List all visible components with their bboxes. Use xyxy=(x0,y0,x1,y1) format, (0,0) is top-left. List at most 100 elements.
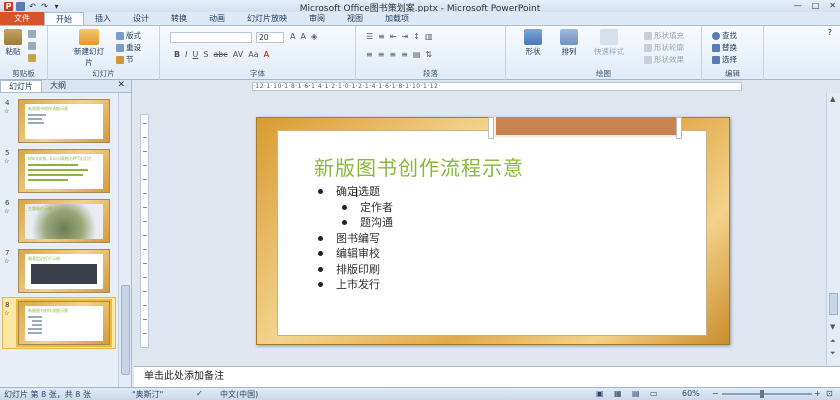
theme-name: "奥斯汀" xyxy=(132,390,164,399)
tab-review[interactable]: 审阅 xyxy=(298,12,336,25)
font-size-buttons: A A ◈ xyxy=(290,32,317,41)
previous-slide-icon[interactable]: ⏶ xyxy=(830,337,836,346)
layout-button[interactable]: 版式 xyxy=(116,30,141,41)
arrange-icon xyxy=(560,29,578,45)
slide-sorter-icon[interactable]: ▦ xyxy=(614,389,622,398)
close-icon[interactable]: ✕ xyxy=(829,1,836,10)
char-spacing-icon[interactable]: AV xyxy=(233,50,243,59)
justify-icon[interactable]: ≡ xyxy=(401,50,408,59)
font-name-box[interactable] xyxy=(170,32,252,43)
replace-button[interactable]: 替换 xyxy=(712,42,737,53)
select-icon xyxy=(712,55,720,64)
thumbnail-image: 新版图书创作流程示意 xyxy=(16,299,112,347)
next-slide-icon[interactable]: ⏷ xyxy=(830,349,836,358)
scroll-down-icon[interactable]: ▼ xyxy=(830,323,835,331)
status-bar: 幻灯片 第 8 张，共 8 张 "奥斯汀" ✓ 中文(中国) ▣ ▦ ▤ ▭ 6… xyxy=(0,387,840,400)
notes-pane[interactable]: 单击此处添加备注 xyxy=(134,366,840,387)
distributed-icon[interactable]: ▤ xyxy=(413,50,421,59)
align-right-icon[interactable]: ≡ xyxy=(389,50,396,59)
tab-outline[interactable]: 大纲 xyxy=(42,80,74,92)
quick-styles-button[interactable]: 快速样式 xyxy=(594,29,624,57)
scroll-up-icon[interactable]: ▲ xyxy=(830,95,835,103)
copy-button[interactable] xyxy=(28,42,36,50)
reset-icon xyxy=(116,43,124,52)
slide-title[interactable]: 新版图书创作流程示意 xyxy=(314,152,524,181)
zoom-slider[interactable] xyxy=(722,393,812,395)
spellcheck-icon[interactable]: ✓ xyxy=(196,389,203,398)
tab-transitions[interactable]: 转换 xyxy=(160,12,198,25)
grow-font-icon[interactable]: A xyxy=(290,32,295,41)
underline-icon[interactable]: U xyxy=(192,50,198,59)
tab-home[interactable]: 开始 xyxy=(44,12,84,25)
arrange-button[interactable]: 排列 xyxy=(560,29,578,57)
tab-slideshow[interactable]: 幻灯片放映 xyxy=(236,12,298,25)
close-panel-icon[interactable]: ✕ xyxy=(117,80,125,90)
zoom-out-icon[interactable]: − xyxy=(712,389,719,398)
reset-button[interactable]: 重设 xyxy=(116,42,141,53)
clear-format-icon[interactable]: ◈ xyxy=(311,32,317,41)
maximize-icon[interactable]: □ xyxy=(812,1,820,10)
tab-addins[interactable]: 加载项 xyxy=(374,12,420,25)
format-painter-button[interactable] xyxy=(28,54,36,62)
line-spacing-icon[interactable]: ↕ xyxy=(413,32,420,41)
bold-icon[interactable]: B xyxy=(174,50,180,59)
bullets-icon[interactable]: ☰ xyxy=(366,32,373,41)
paste-button[interactable]: 粘贴 xyxy=(4,29,22,57)
align-left-icon[interactable]: ≡ xyxy=(366,50,373,59)
numbering-icon[interactable]: ≡ xyxy=(378,32,385,41)
panel-tabs: 幻灯片 大纲 ✕ xyxy=(0,80,131,93)
shape-effects-button[interactable]: 形状效果 xyxy=(644,54,684,65)
cut-icon xyxy=(28,30,36,38)
scrollbar-thumb[interactable] xyxy=(829,293,838,315)
bullet-item: 排版印刷 xyxy=(318,262,393,278)
fill-icon xyxy=(644,31,652,40)
animation-star-icon: ☆ xyxy=(4,208,10,215)
tab-design[interactable]: 设计 xyxy=(122,12,160,25)
panel-scrollbar[interactable] xyxy=(118,93,131,387)
select-button[interactable]: 选择 xyxy=(712,54,737,65)
language-indicator[interactable]: 中文(中国) xyxy=(220,389,258,400)
tab-view[interactable]: 视图 xyxy=(336,12,374,25)
increase-indent-icon[interactable]: ⇥ xyxy=(402,32,409,41)
zoom-slider-knob[interactable] xyxy=(760,390,764,398)
slide-bullet-list[interactable]: 确定选题 定作者 题沟通 图书编写 编辑审校 排版印刷 上市发行 xyxy=(318,184,393,293)
font-color-icon[interactable]: A xyxy=(264,50,269,59)
strikethrough-icon[interactable]: abc xyxy=(213,50,227,59)
font-size-box[interactable]: 20 xyxy=(256,32,284,43)
cut-button[interactable] xyxy=(28,30,36,38)
columns-icon[interactable]: ▥ xyxy=(425,32,433,41)
scrollbar-thumb[interactable] xyxy=(121,285,130,375)
shape-fill-button[interactable]: 形状填充 xyxy=(644,30,684,41)
normal-view-icon[interactable]: ▣ xyxy=(596,389,604,398)
tab-file[interactable]: 文件 xyxy=(0,12,44,25)
section-button[interactable]: 节 xyxy=(116,54,134,65)
decrease-indent-icon[interactable]: ⇤ xyxy=(390,32,397,41)
zoom-in-icon[interactable]: + xyxy=(814,389,821,398)
slide-decorative-tab xyxy=(494,117,682,137)
reading-view-icon[interactable]: ▤ xyxy=(632,389,640,398)
shrink-font-icon[interactable]: A xyxy=(300,32,305,41)
shapes-button[interactable]: 形状 xyxy=(524,29,542,57)
zoom-level[interactable]: 60% xyxy=(682,389,700,398)
fit-to-window-icon[interactable]: ⊡ xyxy=(826,389,833,398)
slide-scrollbar[interactable]: ▲ ▼ ⏶ ⏷ xyxy=(826,93,840,365)
shapes-icon xyxy=(524,29,542,45)
shadow-icon[interactable]: S xyxy=(203,50,208,59)
tab-insert[interactable]: 插入 xyxy=(84,12,122,25)
decorative-clip xyxy=(488,117,494,139)
new-slide-icon xyxy=(79,29,99,45)
align-center-icon[interactable]: ≡ xyxy=(378,50,385,59)
minimize-icon[interactable]: — xyxy=(794,1,802,10)
horizontal-ruler: ·12·1·10·1·8·1·6·1·4·1·2·1·0·1·2·1·4·1·6… xyxy=(252,82,742,91)
tab-slides[interactable]: 幻灯片 xyxy=(0,80,42,92)
find-button[interactable]: 查找 xyxy=(712,30,737,41)
tab-animations[interactable]: 动画 xyxy=(198,12,236,25)
change-case-icon[interactable]: Aa xyxy=(248,50,258,59)
help-icon[interactable]: ? xyxy=(828,28,832,37)
text-direction-icon[interactable]: ⇅ xyxy=(425,50,432,59)
italic-icon[interactable]: I xyxy=(185,50,187,59)
shape-outline-button[interactable]: 形状轮廓 xyxy=(644,42,684,53)
layout-icon xyxy=(116,31,124,40)
new-slide-button[interactable]: 新建幻灯片 xyxy=(74,29,104,68)
slideshow-icon[interactable]: ▭ xyxy=(650,389,658,398)
